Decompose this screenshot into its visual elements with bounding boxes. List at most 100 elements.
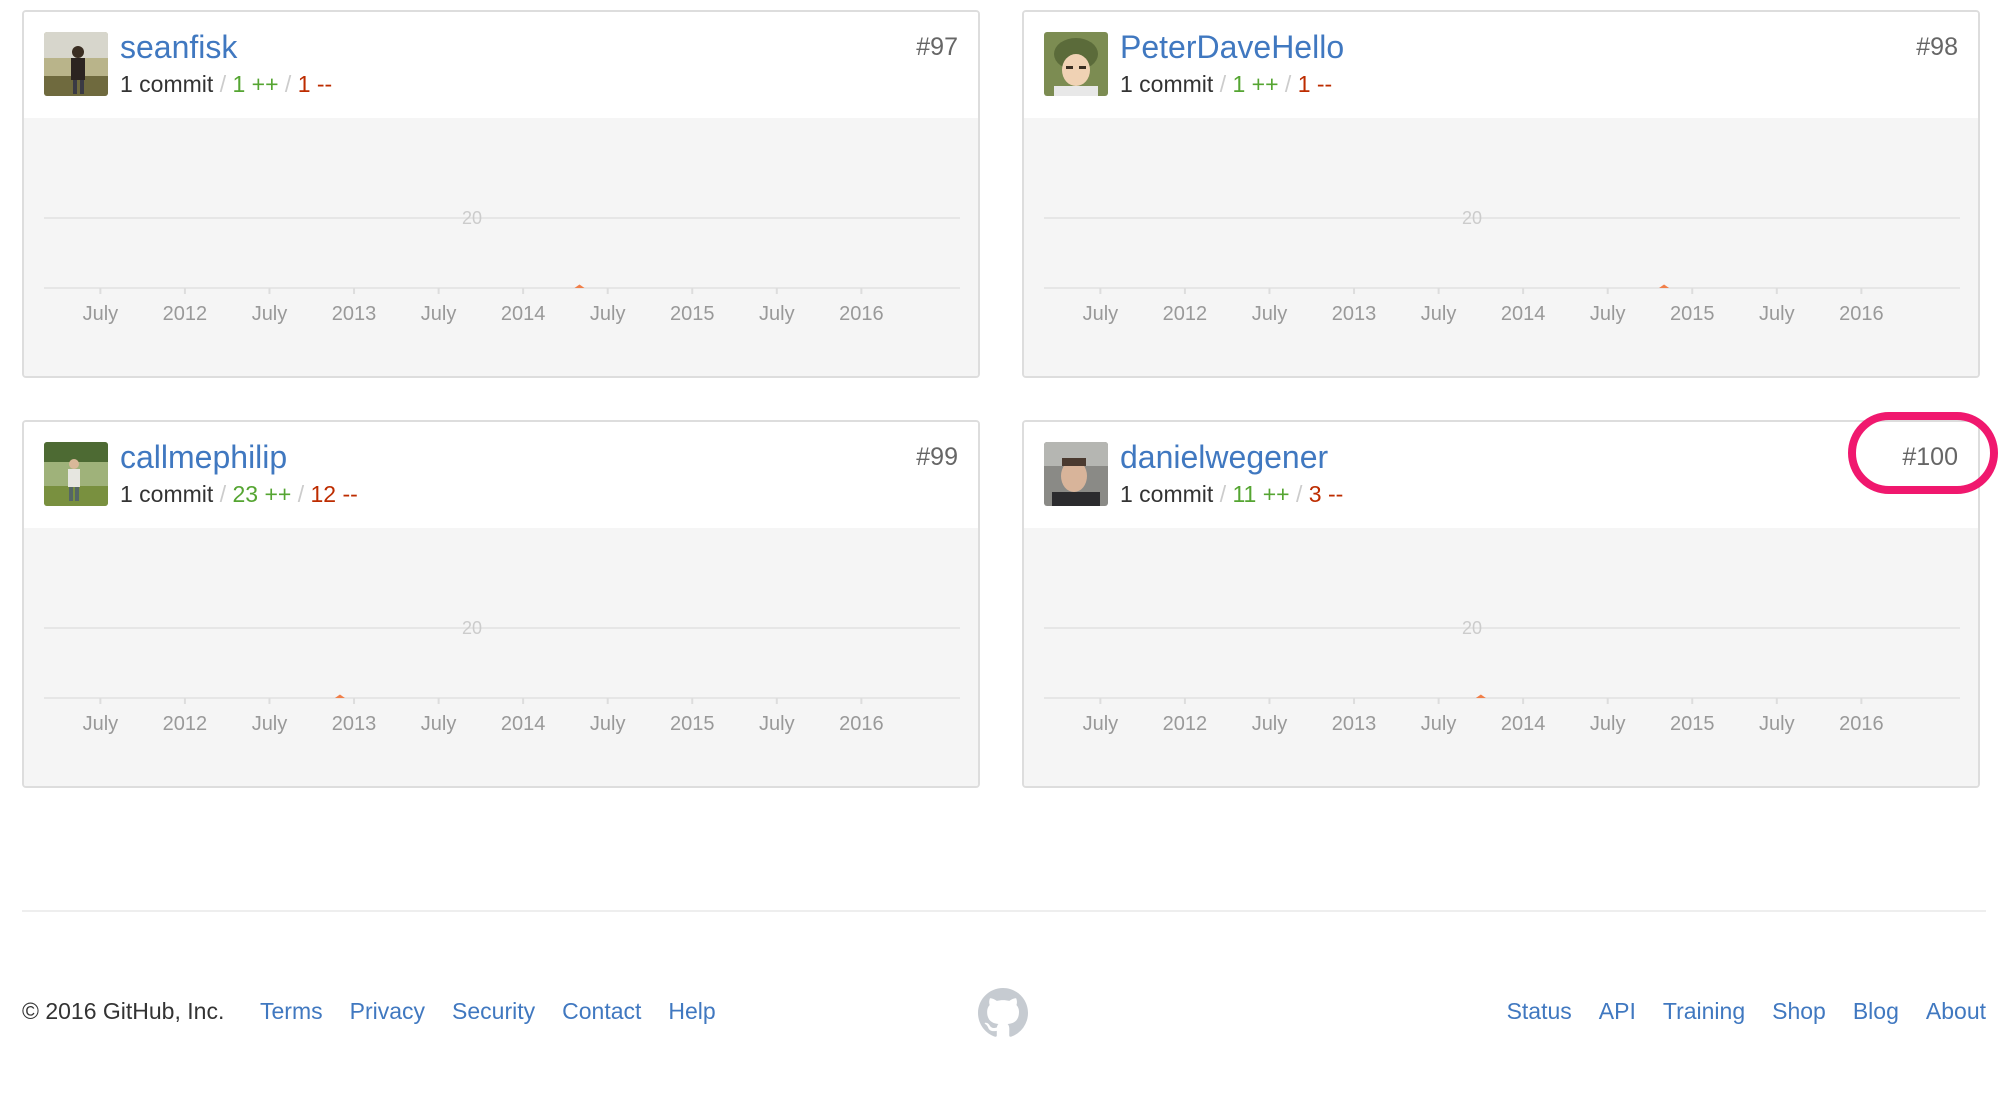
gridline-label: 20 xyxy=(462,618,482,638)
footer-link-blog[interactable]: Blog xyxy=(1853,998,1899,1025)
x-tick-label: July xyxy=(590,303,626,325)
stats-separator: / xyxy=(1284,71,1298,97)
x-tick-label: 2012 xyxy=(163,303,208,325)
footer-divider xyxy=(22,910,1986,912)
x-tick-label: July xyxy=(1421,303,1457,325)
stats-separator: / xyxy=(284,71,298,97)
avatar[interactable] xyxy=(1044,442,1108,506)
x-tick-label: 2016 xyxy=(839,303,884,325)
gridline-label: 20 xyxy=(462,208,482,228)
username-link[interactable]: callmephilip xyxy=(120,438,287,476)
commit-data-point xyxy=(574,284,585,288)
x-tick-label: July xyxy=(421,303,457,325)
deletions-count: 12 -- xyxy=(310,481,358,507)
additions-count: 1 ++ xyxy=(232,71,279,97)
stats-separator: / xyxy=(297,481,311,507)
x-tick-label: July xyxy=(252,303,288,325)
person-outdoors-avatar-icon xyxy=(44,32,108,96)
x-tick-label: July xyxy=(1252,713,1288,735)
commit-data-point xyxy=(334,694,345,698)
x-tick-label: 2015 xyxy=(1670,713,1715,735)
footer-link-contact[interactable]: Contact xyxy=(562,998,641,1025)
card-header: callmephilip 1 commit / 23 ++ / 12 -- #9… xyxy=(24,422,978,530)
x-tick-label: 2016 xyxy=(1839,303,1884,325)
footer-link-about[interactable]: About xyxy=(1926,998,1986,1025)
stats-separator: / xyxy=(219,71,233,97)
avatar[interactable] xyxy=(1044,32,1108,96)
additions-count: 23 ++ xyxy=(232,481,292,507)
footer-link-api[interactable]: API xyxy=(1599,998,1636,1025)
username-link[interactable]: PeterDaveHello xyxy=(1120,28,1344,66)
footer-left-links: Terms Privacy Security Contact Help xyxy=(260,998,716,1025)
commit-count[interactable]: 1 commit xyxy=(120,71,213,97)
deletions-count: 1 -- xyxy=(297,71,333,97)
deletions-count: 1 -- xyxy=(1297,71,1333,97)
contributor-rank: #98 xyxy=(1916,33,1958,61)
x-tick-label: July xyxy=(759,713,795,735)
x-tick-label: 2013 xyxy=(1332,713,1377,735)
avatar[interactable] xyxy=(44,442,108,506)
stats-separator: / xyxy=(1219,71,1233,97)
contribution-chart-svg: 20 July 2012 July 2013 July 2014 July 2015 July 20… xyxy=(44,208,960,325)
x-tick-label: July xyxy=(759,303,795,325)
contributor-card: callmephilip 1 commit / 23 ++ / 12 -- #9… xyxy=(22,420,980,788)
x-tick-label: July xyxy=(1083,303,1119,325)
x-tick-label: 2014 xyxy=(501,303,546,325)
x-tick-label: July xyxy=(1759,713,1795,735)
stats-separator: / xyxy=(1219,481,1233,507)
username-link[interactable]: seanfisk xyxy=(120,28,237,66)
footer-link-security[interactable]: Security xyxy=(452,998,535,1025)
x-tick-label: 2015 xyxy=(670,303,715,325)
stats-separator: / xyxy=(1296,481,1309,507)
x-tick-label: July xyxy=(1759,303,1795,325)
x-tick-label: July xyxy=(83,713,119,735)
card-header: danielwegener 1 commit / 11 ++ / 3 -- #1… xyxy=(1024,422,1978,530)
username-link[interactable]: danielwegener xyxy=(1120,438,1328,476)
site-footer: © 2016 GitHub, Inc. Terms Privacy Securi… xyxy=(22,984,1986,1044)
contributor-rank: #97 xyxy=(916,33,958,61)
contribution-chart-svg: 20 July 2012 July 2013 July 2014 July 2015 July 20… xyxy=(44,618,960,735)
additions-count: 11 ++ xyxy=(1232,481,1290,507)
footer-link-shop[interactable]: Shop xyxy=(1772,998,1826,1025)
footer-link-help[interactable]: Help xyxy=(668,998,715,1025)
commit-count[interactable]: 1 commit xyxy=(1120,481,1213,507)
person-helmet-avatar-icon xyxy=(1044,32,1108,96)
contributors-page: seanfisk 1 commit / 1 ++ / 1 -- #97 20 Ju… xyxy=(0,0,2008,1102)
avatar[interactable] xyxy=(44,32,108,96)
contribution-chart: 20 July 2012 July 2013 July 2014 July 2015 July 20… xyxy=(1024,118,1978,376)
footer-right-links: Status API Training Shop Blog About xyxy=(1507,998,1986,1025)
commit-count[interactable]: 1 commit xyxy=(1120,71,1213,97)
x-tick-label: 2013 xyxy=(1332,303,1377,325)
commit-stats: 1 commit / 23 ++ / 12 -- xyxy=(120,480,358,508)
x-tick-label: July xyxy=(1252,303,1288,325)
x-tick-label: 2014 xyxy=(1501,303,1546,325)
commit-data-point xyxy=(1475,694,1486,698)
footer-link-status[interactable]: Status xyxy=(1507,998,1572,1025)
footer-link-training[interactable]: Training xyxy=(1663,998,1745,1025)
additions-count: 1 ++ xyxy=(1232,71,1279,97)
gridline-label: 20 xyxy=(1462,618,1482,638)
commit-count[interactable]: 1 commit xyxy=(120,481,213,507)
x-tick-label: July xyxy=(252,713,288,735)
contributor-rank: #99 xyxy=(916,443,958,471)
footer-link-privacy[interactable]: Privacy xyxy=(350,998,425,1025)
x-tick-label: July xyxy=(83,303,119,325)
x-tick-label: 2016 xyxy=(1839,713,1884,735)
card-header: PeterDaveHello 1 commit / 1 ++ / 1 -- #9… xyxy=(1024,12,1978,120)
footer-link-terms[interactable]: Terms xyxy=(260,998,323,1025)
commit-data-point xyxy=(1659,284,1670,288)
contribution-chart-svg: 20 July 2012 July 2013 July 2014 July 2015 July 20… xyxy=(1044,208,1960,325)
x-tick-label: 2013 xyxy=(332,303,377,325)
x-tick-label: July xyxy=(1590,303,1626,325)
github-octocat-icon[interactable] xyxy=(978,988,1028,1038)
x-tick-label: 2014 xyxy=(501,713,546,735)
x-tick-label: July xyxy=(421,713,457,735)
x-tick-label: July xyxy=(1421,713,1457,735)
commit-stats: 1 commit / 1 ++ / 1 -- xyxy=(120,70,332,98)
x-tick-label: 2013 xyxy=(332,713,377,735)
deletions-count: 3 -- xyxy=(1308,481,1344,507)
copyright-text: © 2016 GitHub, Inc. xyxy=(22,998,225,1024)
x-tick-label: July xyxy=(590,713,626,735)
commit-stats: 1 commit / 1 ++ / 1 -- xyxy=(1120,70,1332,98)
x-tick-label: July xyxy=(1083,713,1119,735)
